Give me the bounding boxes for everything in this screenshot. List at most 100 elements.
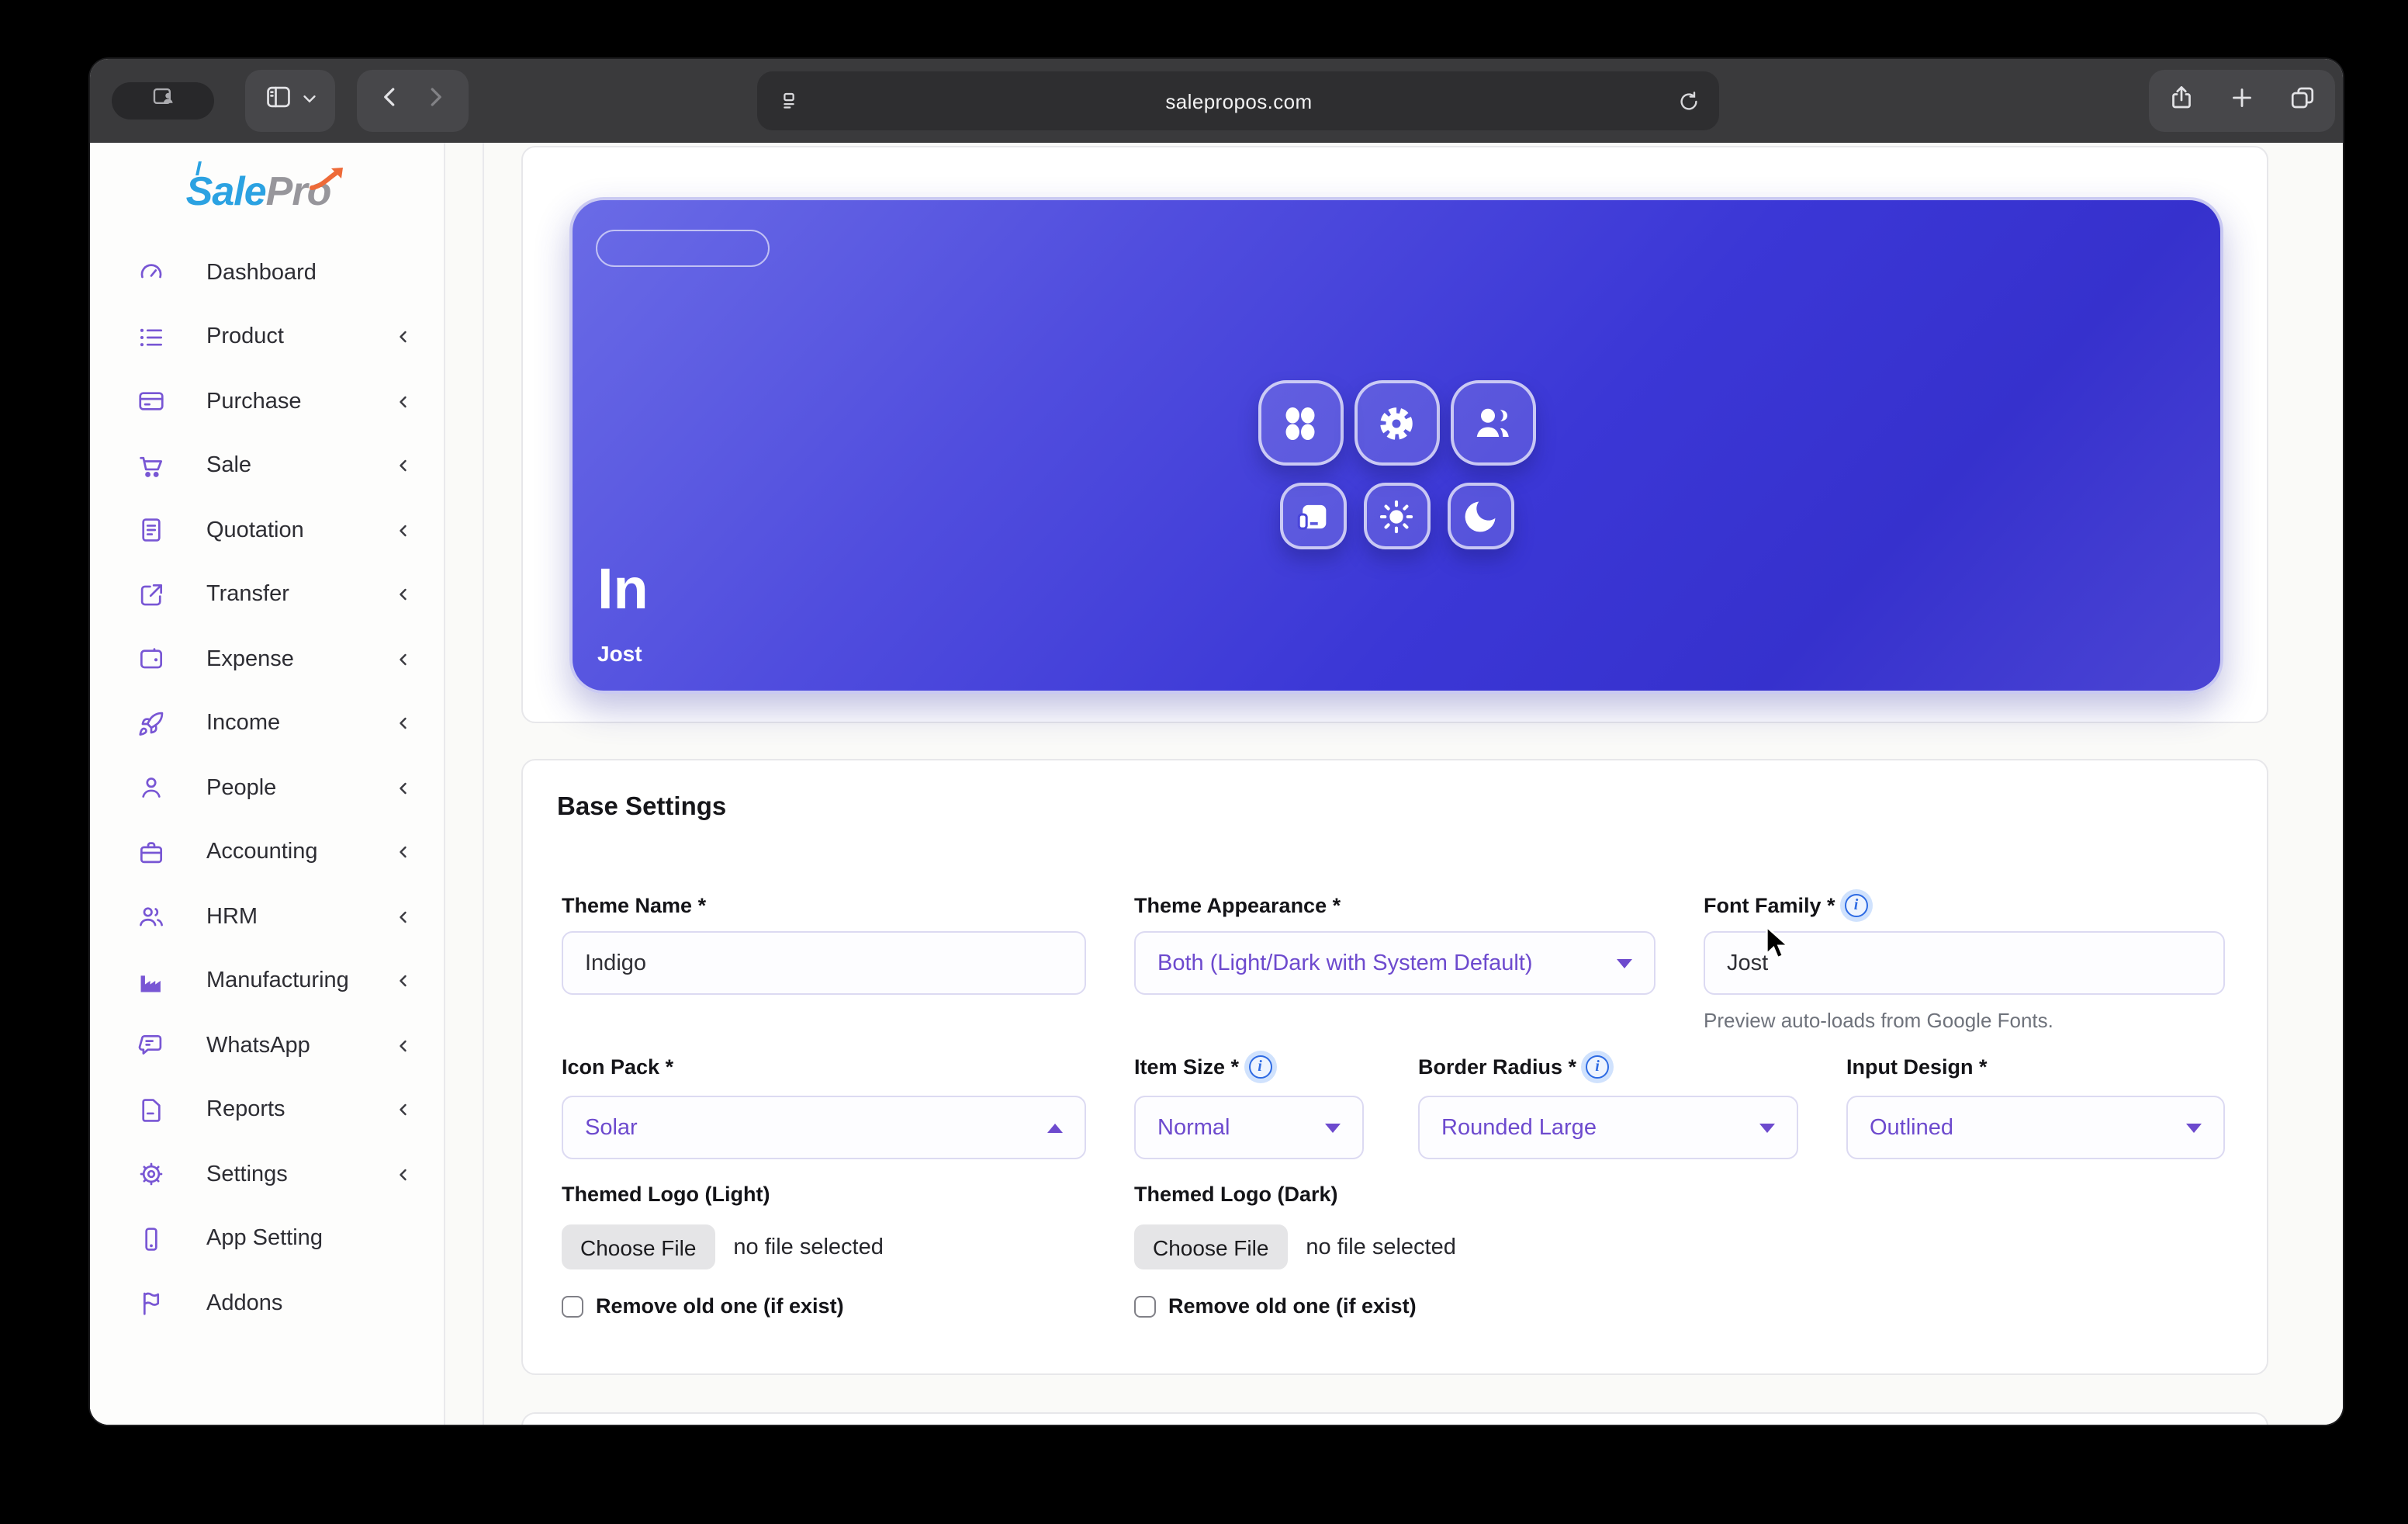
logo-dark-file-row: Choose File no file selected	[1134, 1224, 1456, 1269]
factory-icon	[137, 967, 166, 996]
layout-preview-button[interactable]	[1279, 483, 1346, 549]
sidebar-item-label: Sale	[206, 454, 394, 479]
theme-font-label: Jost	[597, 641, 642, 666]
theme-appearance-label: Theme Appearance *	[1134, 894, 1341, 917]
theme-appearance-select[interactable]: Both (Light/Dark with System Default)	[1134, 931, 1656, 995]
chevron-down-icon	[300, 87, 317, 115]
remove-old-checkbox[interactable]	[562, 1295, 583, 1317]
sun-preview-button[interactable]	[1363, 483, 1430, 549]
border-radius-select[interactable]: Rounded Large	[1418, 1096, 1798, 1159]
sidebar-item-app-setting[interactable]: App Setting	[90, 1207, 445, 1271]
sidebar-item-reports[interactable]: Reports	[90, 1078, 445, 1142]
base-settings-card: Base Settings Theme Name * Indigo Theme …	[521, 759, 2268, 1375]
remove-old-checkbox[interactable]	[1134, 1295, 1156, 1317]
sidebar-item-transfer[interactable]: Transfer	[90, 563, 445, 627]
choose-file-button[interactable]: Choose File	[562, 1224, 714, 1269]
apps-preview-button[interactable]	[1258, 380, 1343, 466]
theme-name-input[interactable]: Indigo	[562, 931, 1086, 995]
item-size-select[interactable]: Normal	[1134, 1096, 1364, 1159]
info-icon[interactable]: i	[1845, 894, 1868, 917]
chevron-left-icon	[394, 650, 413, 669]
new-tab-button[interactable]	[2228, 83, 2256, 119]
next-section-card	[521, 1412, 2268, 1425]
reload-icon[interactable]	[1677, 89, 1700, 113]
app-logo[interactable]: SalePro	[90, 168, 445, 216]
sidebar-item-whatsapp[interactable]: WhatsApp	[90, 1013, 445, 1078]
font-family-helper: Preview auto-loads from Google Fonts.	[1704, 1009, 2053, 1032]
chevron-left-icon	[394, 843, 413, 862]
logo-light-file-row: Choose File no file selected	[562, 1224, 884, 1269]
tabs-overview-button[interactable]	[2289, 83, 2316, 119]
address-bar[interactable]: salepropos.com	[757, 71, 1719, 130]
sidebar-item-label: People	[206, 776, 394, 801]
app-content: SalePro Dashboard Product Purchase Sale Quot…	[90, 143, 2343, 1425]
icon-pack-select[interactable]: Solar	[562, 1096, 1086, 1159]
caret-down-icon	[1325, 1123, 1341, 1132]
item-size-label: Item Size *i	[1134, 1055, 1271, 1079]
remove-old-label: Remove old one (if exist)	[596, 1294, 844, 1318]
moon-preview-button[interactable]	[1447, 483, 1514, 549]
sidebar-item-addons[interactable]: Addons	[90, 1271, 445, 1335]
forward-button[interactable]	[424, 85, 447, 116]
sidebar-item-label: App Setting	[206, 1227, 445, 1252]
input-design-select[interactable]: Outlined	[1846, 1096, 2225, 1159]
safari-window: salepropos.com	[90, 59, 2343, 1425]
sidebar-nav: Dashboard Product Purchase Sale Quotation Tra…	[90, 241, 445, 1335]
smartphone-icon	[137, 1224, 166, 1254]
file-text-icon	[137, 516, 166, 546]
sidebar-item-quotation[interactable]: Quotation	[90, 498, 445, 563]
sidebar-item-expense[interactable]: Expense	[90, 627, 445, 691]
profile-button[interactable]	[112, 82, 214, 119]
chevron-left-icon	[394, 1101, 413, 1120]
sidebar-item-label: Transfer	[206, 583, 394, 608]
apps-icon	[1277, 400, 1323, 446]
theme-preview-pill-button[interactable]	[596, 230, 770, 267]
chevron-left-icon	[394, 521, 413, 540]
sidebar-item-product[interactable]: Product	[90, 305, 445, 369]
sidebar-item-label: Income	[206, 712, 394, 736]
briefcase-icon	[137, 838, 166, 868]
chevron-left-icon	[394, 586, 413, 604]
gear-preview-button[interactable]	[1354, 380, 1439, 466]
sidebar-item-people[interactable]: People	[90, 756, 445, 820]
sidebar-item-label: Reports	[206, 1098, 394, 1123]
toolbar-right-group	[2149, 70, 2335, 132]
info-icon[interactable]: i	[1248, 1055, 1271, 1079]
info-icon[interactable]: i	[1586, 1055, 1609, 1079]
remove-old-label: Remove old one (if exist)	[1168, 1294, 1417, 1318]
sidebar-item-settings[interactable]: Settings	[90, 1142, 445, 1207]
caret-down-icon	[1617, 958, 1632, 968]
logo-light-remove-row: Remove old one (if exist)	[562, 1294, 844, 1318]
url-text: salepropos.com	[801, 89, 1677, 113]
users-icon	[137, 902, 166, 932]
caret-down-icon	[1759, 1123, 1775, 1132]
theme-initial: In	[597, 557, 649, 622]
theme-icon-cluster	[573, 380, 2220, 549]
sidebar-item-purchase[interactable]: Purchase	[90, 369, 445, 434]
sidebar-item-label: HRM	[206, 905, 394, 930]
chevron-left-icon	[394, 779, 413, 798]
logo-sale: Sale	[186, 168, 266, 214]
sidebar-item-dashboard[interactable]: Dashboard	[90, 241, 445, 305]
credit-card-icon	[137, 387, 166, 417]
sidebar-toggle-button[interactable]	[245, 70, 335, 132]
file-icon	[137, 1096, 166, 1125]
file-status: no file selected	[733, 1235, 883, 1259]
sidebar-item-manufacturing[interactable]: Manufacturing	[90, 949, 445, 1013]
choose-file-button[interactable]: Choose File	[1134, 1224, 1287, 1269]
sidebar-item-sale[interactable]: Sale	[90, 434, 445, 498]
sidebar-item-accounting[interactable]: Accounting	[90, 820, 445, 885]
screen: salepropos.com	[0, 0, 2408, 1524]
sidebar-item-label: Product	[206, 325, 394, 350]
back-button[interactable]	[379, 85, 402, 116]
share-button[interactable]	[2168, 83, 2195, 119]
sidebar-item-label: Expense	[206, 647, 394, 672]
users-preview-button[interactable]	[1450, 380, 1535, 466]
logo-light-label: Themed Logo (Light)	[562, 1183, 770, 1206]
page-reader-icon[interactable]	[777, 89, 801, 113]
border-radius-label: Border Radius *i	[1418, 1055, 1609, 1079]
file-status: no file selected	[1306, 1235, 1455, 1259]
rocket-icon	[137, 709, 166, 739]
sidebar-item-income[interactable]: Income	[90, 691, 445, 756]
sidebar-item-hrm[interactable]: HRM	[90, 885, 445, 949]
